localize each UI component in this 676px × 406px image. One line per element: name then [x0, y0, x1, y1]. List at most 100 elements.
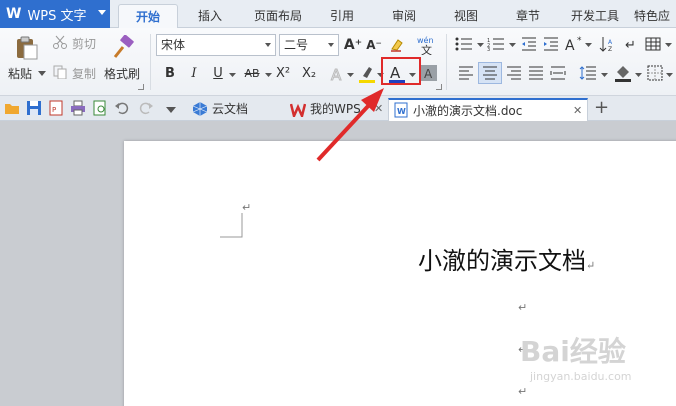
- svg-text:Z: Z: [608, 46, 612, 52]
- line-spacing-icon[interactable]: [578, 64, 598, 82]
- undo-icon[interactable]: [114, 100, 130, 116]
- redo-icon[interactable]: [138, 100, 154, 116]
- print-preview-icon[interactable]: [92, 100, 108, 116]
- paste-button[interactable]: 粘贴: [8, 65, 32, 82]
- increase-indent-icon[interactable]: [542, 36, 560, 52]
- numbered-list-icon[interactable]: 123: [486, 36, 506, 52]
- paste-icon[interactable]: [12, 34, 42, 62]
- copy-button[interactable]: 复制: [72, 65, 96, 82]
- chevron-down-icon[interactable]: [584, 42, 592, 48]
- svg-text:P: P: [52, 106, 56, 114]
- clear-format-icon[interactable]: [388, 36, 406, 54]
- char-shading-icon[interactable]: A: [420, 64, 438, 82]
- bullet-list-icon[interactable]: [454, 36, 474, 52]
- format-painter-icon[interactable]: [110, 34, 136, 60]
- svg-text:文: 文: [421, 43, 432, 55]
- table-icon[interactable]: [644, 36, 662, 52]
- tab-my-wps[interactable]: 我的WPS ✕: [286, 98, 384, 121]
- svg-text:A: A: [331, 66, 342, 83]
- app-menu-button[interactable]: W WPS 文字: [0, 0, 110, 28]
- tab-features[interactable]: 特色应: [634, 4, 676, 28]
- shrink-font-button[interactable]: A⁻: [364, 35, 384, 55]
- active-document-label: 小澈的演示文档.doc: [413, 104, 523, 118]
- borders-icon[interactable]: [646, 64, 664, 82]
- tab-developer[interactable]: 开发工具: [566, 4, 624, 28]
- chevron-down-icon: [328, 43, 334, 47]
- chevron-down-icon[interactable]: [508, 42, 516, 48]
- show-marks-icon[interactable]: ↵: [622, 36, 640, 52]
- chevron-down-icon: [98, 10, 106, 15]
- superscript-button[interactable]: X²: [272, 64, 294, 84]
- tab-review[interactable]: 审阅: [382, 4, 426, 28]
- font-size-select[interactable]: 二号: [279, 34, 339, 56]
- svg-text:A: A: [608, 39, 613, 46]
- app-name: WPS 文字: [27, 8, 87, 24]
- paragraph-mark: ↵: [518, 385, 528, 398]
- subscript-button[interactable]: X₂: [298, 64, 320, 84]
- grow-font-button[interactable]: A⁺: [343, 35, 363, 55]
- chevron-down-icon[interactable]: [228, 72, 236, 78]
- phonetic-guide-icon[interactable]: wén 文: [414, 34, 442, 56]
- chevron-down-icon[interactable]: [264, 72, 272, 78]
- strikethrough-button[interactable]: AB: [240, 64, 264, 84]
- paragraph-mark: ↵: [518, 301, 528, 314]
- shading-bucket-icon[interactable]: [612, 63, 634, 83]
- italic-button[interactable]: I: [184, 64, 204, 84]
- export-pdf-icon[interactable]: P: [48, 100, 64, 116]
- justify-icon[interactable]: [526, 64, 546, 82]
- scissors-icon: [52, 34, 68, 50]
- annotation-highlight-box: [381, 57, 421, 85]
- tab-page-layout[interactable]: 页面布局: [246, 4, 310, 28]
- clipboard-launcher[interactable]: [138, 84, 144, 90]
- underline-button[interactable]: U: [208, 64, 228, 84]
- save-icon[interactable]: [26, 100, 42, 116]
- distribute-icon[interactable]: [548, 64, 568, 82]
- baidu-watermark: Bai经验: [520, 335, 626, 368]
- highlight-pen-icon[interactable]: [356, 63, 378, 85]
- document-title-text[interactable]: 小澈的演示文档↵: [418, 241, 595, 276]
- change-case-icon[interactable]: A *: [564, 34, 586, 54]
- bold-button[interactable]: B: [160, 64, 180, 84]
- font-launcher[interactable]: [436, 84, 442, 90]
- divider: [446, 34, 447, 90]
- quick-access-bar: P 云文档 我的WPS ✕ W 小澈的演示文档.doc ✕ +: [0, 96, 676, 121]
- chevron-down-icon[interactable]: [346, 72, 354, 78]
- chevron-down-icon[interactable]: [634, 72, 642, 78]
- tab-cloud-docs[interactable]: 云文档: [188, 98, 284, 121]
- cut-button[interactable]: 剪切: [72, 35, 96, 52]
- copy-icon: [52, 64, 68, 80]
- chevron-down-icon: [265, 43, 271, 47]
- tab-section[interactable]: 章节: [506, 4, 550, 28]
- svg-text:A: A: [565, 38, 575, 53]
- print-icon[interactable]: [70, 100, 86, 116]
- chevron-down-icon[interactable]: [38, 70, 46, 78]
- tab-view[interactable]: 视图: [444, 4, 488, 28]
- chevron-down-icon[interactable]: [600, 72, 608, 78]
- menu-bar: W WPS 文字 开始 插入 页面布局 引用 审阅 视图 章节 开发工具 特色应: [0, 0, 676, 29]
- close-icon[interactable]: ✕: [573, 100, 582, 122]
- font-name-select[interactable]: 宋体: [156, 34, 276, 56]
- chevron-down-icon[interactable]: [664, 42, 672, 48]
- document-title: 小澈的演示文档: [418, 247, 586, 275]
- new-tab-button[interactable]: +: [594, 97, 609, 118]
- margin-corner-marker: [220, 213, 243, 238]
- format-painter-button[interactable]: 格式刷: [104, 65, 140, 82]
- open-folder-icon[interactable]: [4, 100, 20, 116]
- tab-cloud-docs-label: 云文档: [212, 102, 249, 116]
- close-icon[interactable]: ✕: [374, 98, 383, 120]
- tab-active-document[interactable]: W 小澈的演示文档.doc ✕: [388, 98, 588, 121]
- align-center-icon[interactable]: [478, 62, 502, 84]
- text-effect-icon[interactable]: A: [328, 64, 348, 84]
- decrease-indent-icon[interactable]: [520, 36, 538, 52]
- customize-quickbar-icon[interactable]: [166, 104, 182, 120]
- sort-icon[interactable]: AZ: [598, 36, 616, 52]
- align-left-icon[interactable]: [456, 64, 476, 82]
- tab-insert[interactable]: 插入: [186, 4, 234, 28]
- baidu-watermark-url: jingyan.baidu.com: [530, 370, 632, 383]
- chevron-down-icon[interactable]: [665, 72, 673, 78]
- font-name-value: 宋体: [161, 38, 186, 52]
- tab-references[interactable]: 引用: [320, 4, 364, 28]
- tab-home[interactable]: 开始: [118, 4, 178, 29]
- chevron-down-icon[interactable]: [476, 42, 484, 48]
- align-right-icon[interactable]: [504, 64, 524, 82]
